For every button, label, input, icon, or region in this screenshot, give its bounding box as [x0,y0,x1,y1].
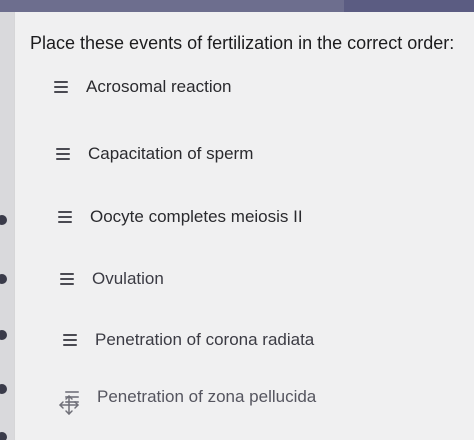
drag-handle-icon[interactable] [60,273,74,285]
drag-handle-icon[interactable] [54,81,68,93]
ordering-item-label: Oocyte completes meiosis II [90,207,303,226]
move-arrows-icon[interactable] [58,394,80,416]
ordering-item-label: Penetration of corona radiata [95,330,315,349]
ordering-item-label: Penetration of zona pellucida [97,387,317,406]
drag-handle-icon[interactable] [56,148,70,160]
ordering-item-label: Acrosomal reaction [86,77,232,96]
ordering-item[interactable]: Oocyte completes meiosis II [58,204,303,230]
ordering-item[interactable]: Penetration of corona radiata [63,327,314,353]
ordering-item[interactable]: Penetration of zona pellucida [65,384,316,410]
ordering-item[interactable]: Ovulation [60,266,164,292]
drag-handle-icon[interactable] [58,211,72,223]
page: Place these events of fertilization in t… [0,0,474,440]
ordering-item[interactable]: Acrosomal reaction [54,74,232,100]
ordering-item[interactable]: Capacitation of sperm [56,141,253,167]
ordering-list: Acrosomal reaction Capacitation of sperm… [0,0,474,440]
ordering-item-label: Capacitation of sperm [88,144,254,163]
drag-handle-icon[interactable] [63,334,77,346]
ordering-item-label: Ovulation [92,269,164,288]
